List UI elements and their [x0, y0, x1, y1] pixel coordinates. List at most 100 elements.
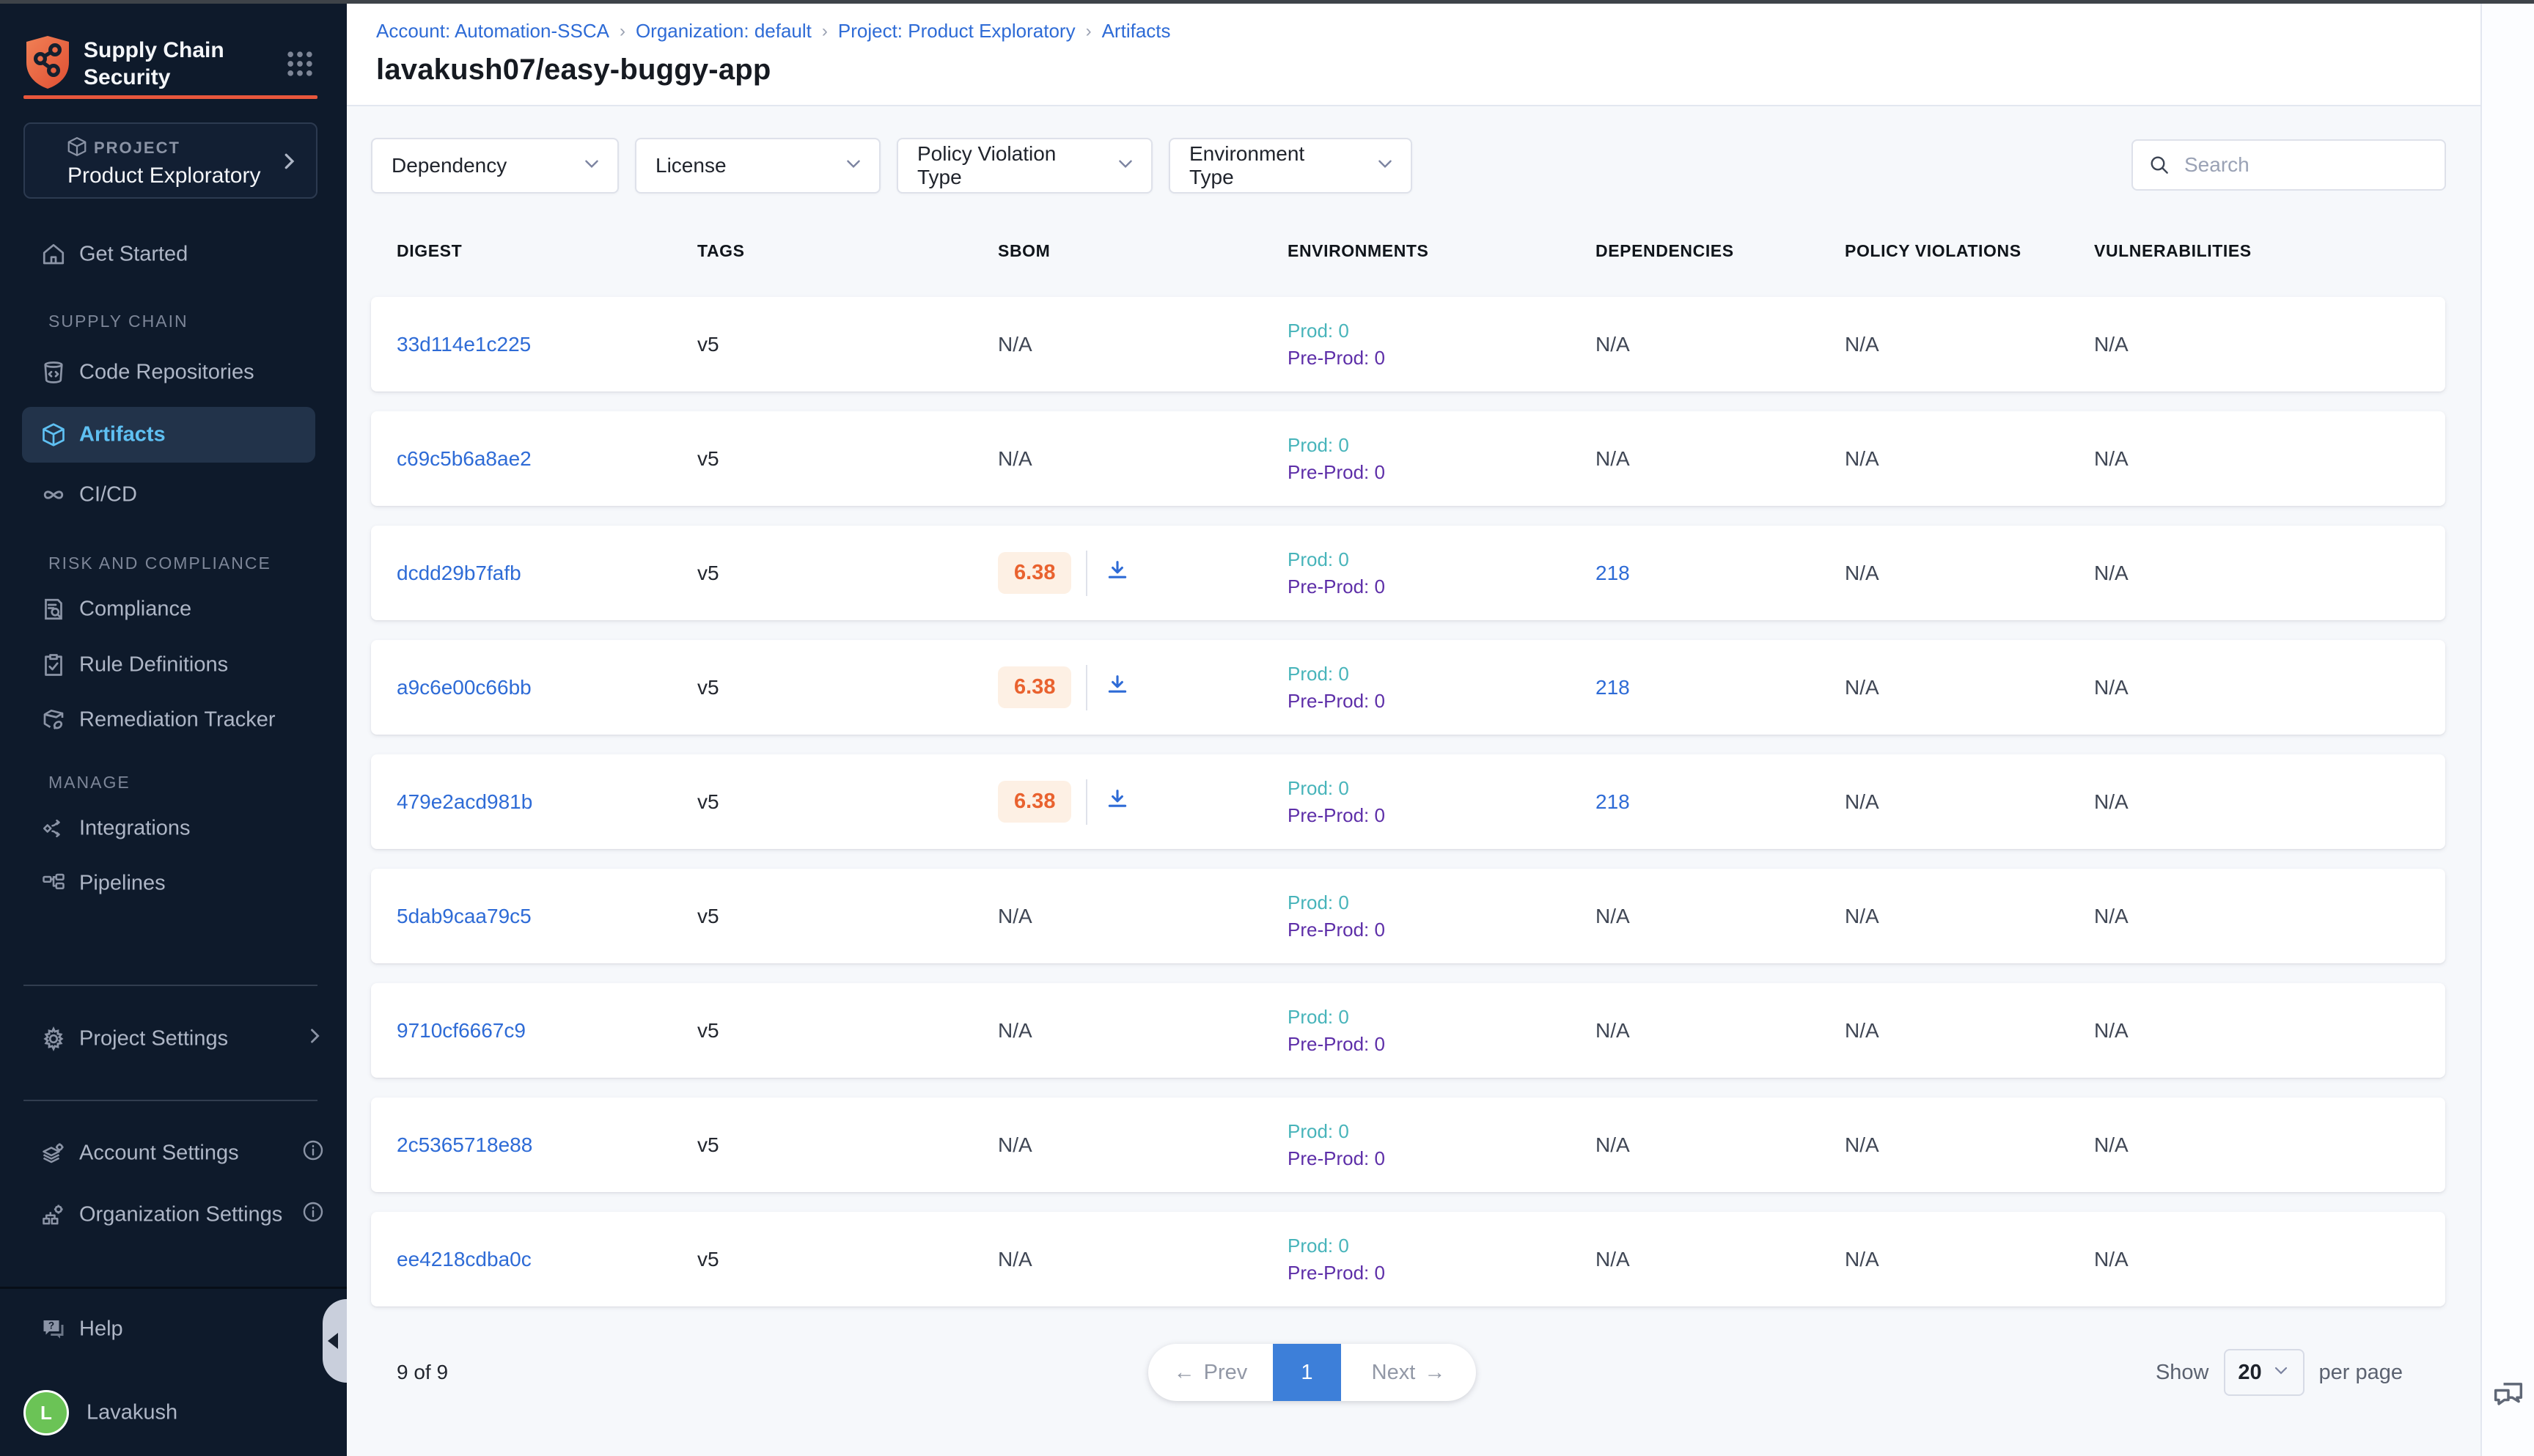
env-prod-count[interactable]: Prod: 0	[1288, 889, 1595, 916]
sidebar-item-pipelines[interactable]: Pipelines	[0, 860, 347, 907]
env-prod-count[interactable]: Prod: 0	[1288, 432, 1595, 459]
env-prod-count[interactable]: Prod: 0	[1288, 1004, 1595, 1031]
sidebar-item-compliance[interactable]: Compliance	[0, 586, 347, 633]
table-row[interactable]: 9710cf6667c9 v5 N/A Prod: 0 Pre-Prod: 0	[371, 983, 2445, 1078]
sidebar-item-organization-settings[interactable]: Organization Settings	[0, 1191, 347, 1238]
dependency-filter[interactable]: Dependency	[371, 138, 619, 194]
sidebar-item-remediation-tracker[interactable]: Remediation Tracker	[0, 696, 347, 743]
digest-link[interactable]: 9710cf6667c9	[397, 1019, 697, 1043]
table-row[interactable]: dcdd29b7fafb v5 6.38 N/A Prod: 0 Pre-Pro…	[371, 526, 2445, 620]
filter-bar: Dependency License Policy Violation Type…	[371, 138, 1412, 194]
dependencies-value[interactable]: 218	[1595, 676, 1845, 699]
sidebar-item-help[interactable]: ? Help	[0, 1306, 347, 1353]
environment-type-filter[interactable]: Environment Type	[1169, 138, 1412, 194]
digest-link[interactable]: 479e2acd981b	[397, 790, 697, 814]
env-preprod-count[interactable]: Pre-Prod: 0	[1288, 688, 1595, 715]
env-preprod-count[interactable]: Pre-Prod: 0	[1288, 802, 1595, 829]
dependencies-value[interactable]: 218	[1595, 790, 1845, 814]
table-row[interactable]: 33d114e1c225 v5 N/A Prod: 0 Pre-Prod: 0	[371, 297, 2445, 391]
chevron-right-icon	[278, 150, 300, 176]
section-manage: MANAGE	[48, 773, 131, 793]
env-preprod-count[interactable]: Pre-Prod: 0	[1288, 1260, 1595, 1287]
table-row[interactable]: 479e2acd981b v5 6.38 N/A Prod: 0 Pre-Pro…	[371, 754, 2445, 849]
shield-logo-icon	[23, 34, 72, 94]
env-preprod-count[interactable]: Pre-Prod: 0	[1288, 345, 1595, 372]
env-preprod-count[interactable]: Pre-Prod: 0	[1288, 573, 1595, 600]
sbom-score-group: 6.38	[998, 665, 1130, 710]
sidebar-item-code-repositories[interactable]: Code Repositories	[0, 349, 347, 396]
digest-link[interactable]: a9c6e00c66bb	[397, 676, 697, 699]
chat-support-icon[interactable]	[2489, 1376, 2527, 1418]
window-top-edge	[0, 0, 2534, 4]
env-preprod-count[interactable]: Pre-Prod: 0	[1288, 1145, 1595, 1172]
breadcrumb-organization[interactable]: Organization: default	[636, 20, 812, 43]
search-icon	[2148, 153, 2171, 177]
search-input[interactable]	[2184, 153, 2430, 177]
current-page-button[interactable]: 1	[1273, 1344, 1341, 1401]
env-prod-count[interactable]: Prod: 0	[1288, 1232, 1595, 1260]
digest-link[interactable]: c69c5b6a8ae2	[397, 447, 697, 471]
tag-value: v5	[697, 1019, 998, 1043]
info-icon[interactable]	[301, 1139, 325, 1168]
dependencies-value[interactable]: N/A	[1595, 333, 1845, 356]
env-preprod-count[interactable]: Pre-Prod: 0	[1288, 1031, 1595, 1058]
dependencies-value[interactable]: N/A	[1595, 1133, 1845, 1157]
sidebar-collapse-handle[interactable]	[323, 1299, 347, 1383]
digest-link[interactable]: 33d114e1c225	[397, 333, 697, 356]
prev-page-button[interactable]: ← Prev	[1148, 1344, 1273, 1401]
per-page-select[interactable]: 20	[2224, 1349, 2305, 1396]
user-menu[interactable]: L Lavakush	[0, 1389, 347, 1436]
table-row[interactable]: c69c5b6a8ae2 v5 N/A Prod: 0 Pre-Prod: 0	[371, 411, 2445, 506]
env-prod-count[interactable]: Prod: 0	[1288, 1118, 1595, 1145]
sbom-na: N/A	[998, 1133, 1032, 1157]
download-sbom-icon[interactable]	[1105, 787, 1130, 817]
sidebar-item-account-settings[interactable]: Account Settings	[0, 1130, 347, 1177]
project-selector[interactable]: PROJECT Product Exploratory	[23, 122, 317, 199]
license-filter[interactable]: License	[635, 138, 881, 194]
sidebar-item-rule-definitions[interactable]: Rule Definitions	[0, 641, 347, 688]
digest-link[interactable]: 5dab9caa79c5	[397, 905, 697, 928]
box-repair-icon	[40, 707, 67, 733]
breadcrumb-project[interactable]: Project: Product Exploratory	[838, 20, 1076, 43]
env-prod-count[interactable]: Prod: 0	[1288, 546, 1595, 573]
sbom-na: N/A	[998, 447, 1032, 471]
env-prod-count[interactable]: Prod: 0	[1288, 775, 1595, 802]
infinity-icon	[40, 482, 67, 508]
env-preprod-count[interactable]: Pre-Prod: 0	[1288, 916, 1595, 944]
digest-link[interactable]: 2c5365718e88	[397, 1133, 697, 1157]
env-prod-count[interactable]: Prod: 0	[1288, 661, 1595, 688]
dependencies-value[interactable]: N/A	[1595, 1248, 1845, 1271]
app-grid-icon[interactable]	[284, 48, 316, 84]
dependencies-value[interactable]: 218	[1595, 562, 1845, 585]
sidebar-item-cicd[interactable]: CI/CD	[0, 471, 347, 518]
sbom-cell: N/A	[998, 447, 1288, 471]
table-row[interactable]: a9c6e00c66bb v5 6.38 N/A Prod: 0 Pre-Pro…	[371, 640, 2445, 735]
dependencies-value[interactable]: N/A	[1595, 447, 1845, 471]
breadcrumb-artifacts[interactable]: Artifacts	[1102, 20, 1171, 43]
policy-violation-type-filter[interactable]: Policy Violation Type	[897, 138, 1153, 194]
table-row[interactable]: ee4218cdba0c v5 N/A Prod: 0 Pre-Prod: 0	[371, 1212, 2445, 1306]
info-icon[interactable]	[301, 1200, 325, 1229]
digest-link[interactable]: dcdd29b7fafb	[397, 562, 697, 585]
policy-violations-value: N/A	[1845, 676, 2094, 699]
next-page-button[interactable]: Next →	[1341, 1344, 1476, 1401]
vulnerabilities-value: N/A	[2094, 790, 2445, 814]
env-prod-count[interactable]: Prod: 0	[1288, 317, 1595, 345]
artifact-table: 33d114e1c225 v5 N/A Prod: 0 Pre-Prod: 0	[371, 297, 2445, 1326]
sidebar-item-project-settings[interactable]: Project Settings	[0, 1015, 347, 1062]
dependencies-value[interactable]: N/A	[1595, 905, 1845, 928]
breadcrumb-account[interactable]: Account: Automation-SSCA	[376, 20, 609, 43]
sidebar-item-integrations[interactable]: Integrations	[0, 805, 347, 852]
sidebar-item-artifacts[interactable]: Artifacts	[0, 411, 347, 458]
env-preprod-count[interactable]: Pre-Prod: 0	[1288, 459, 1595, 486]
download-sbom-icon[interactable]	[1105, 672, 1130, 702]
table-row[interactable]: 2c5365718e88 v5 N/A Prod: 0 Pre-Prod: 0	[371, 1097, 2445, 1192]
policy-violations-value: N/A	[1845, 905, 2094, 928]
sidebar-item-get-started[interactable]: Get Started	[0, 231, 347, 278]
breadcrumb-separator: ›	[822, 21, 828, 42]
download-sbom-icon[interactable]	[1105, 558, 1130, 588]
environments-cell: Prod: 0 Pre-Prod: 0	[1288, 317, 1595, 372]
dependencies-value[interactable]: N/A	[1595, 1019, 1845, 1043]
digest-link[interactable]: ee4218cdba0c	[397, 1248, 697, 1271]
table-row[interactable]: 5dab9caa79c5 v5 N/A Prod: 0 Pre-Prod: 0	[371, 869, 2445, 963]
